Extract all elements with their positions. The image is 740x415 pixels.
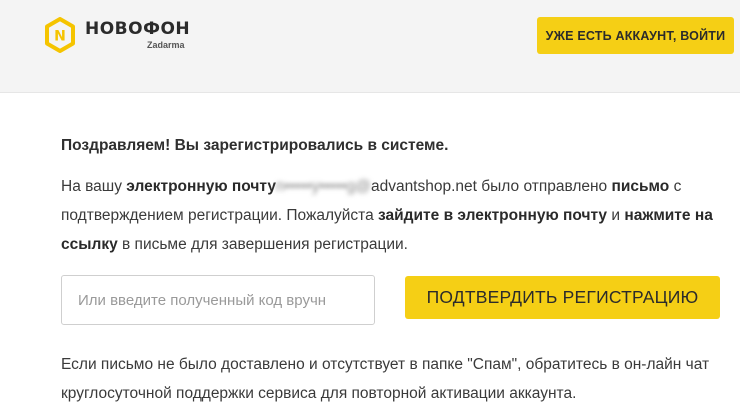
confirm-registration-button[interactable]: ПОДТВЕРДИТЬ РЕГИСТРАЦИЮ: [405, 276, 720, 319]
code-confirm-row: ПОДТВЕРДИТЬ РЕГИСТРАЦИЮ: [61, 275, 726, 327]
novofon-logo-icon: N: [45, 17, 75, 53]
svg-text:N: N: [54, 29, 66, 45]
logo-subtitle: Zadarma: [147, 40, 185, 50]
support-note: Если письмо не было доставлено и отсутст…: [61, 356, 710, 402]
page-title: Поздравляем! Вы зарегистрировались в сис…: [61, 137, 449, 154]
email-domain: advantshop.net: [370, 178, 477, 195]
site-header: N НОВОФОН Zadarma УЖЕ ЕСТЬ АККАУНТ, ВОЙТ…: [0, 0, 740, 93]
registration-confirmation: Поздравляем! Вы зарегистрировались в сис…: [61, 136, 726, 402]
logo-name: НОВОФОН: [85, 19, 191, 39]
login-button[interactable]: УЖЕ ЕСТЬ АККАУНТ, ВОЙТИ: [537, 17, 734, 54]
logo[interactable]: N НОВОФОН Zadarma: [44, 14, 190, 56]
verification-code-input[interactable]: [61, 275, 375, 325]
confirmation-message: На вашу электронную почту n•••••y•••••g@…: [61, 172, 726, 259]
email-username-blurred: n•••••y•••••g@: [275, 178, 371, 195]
